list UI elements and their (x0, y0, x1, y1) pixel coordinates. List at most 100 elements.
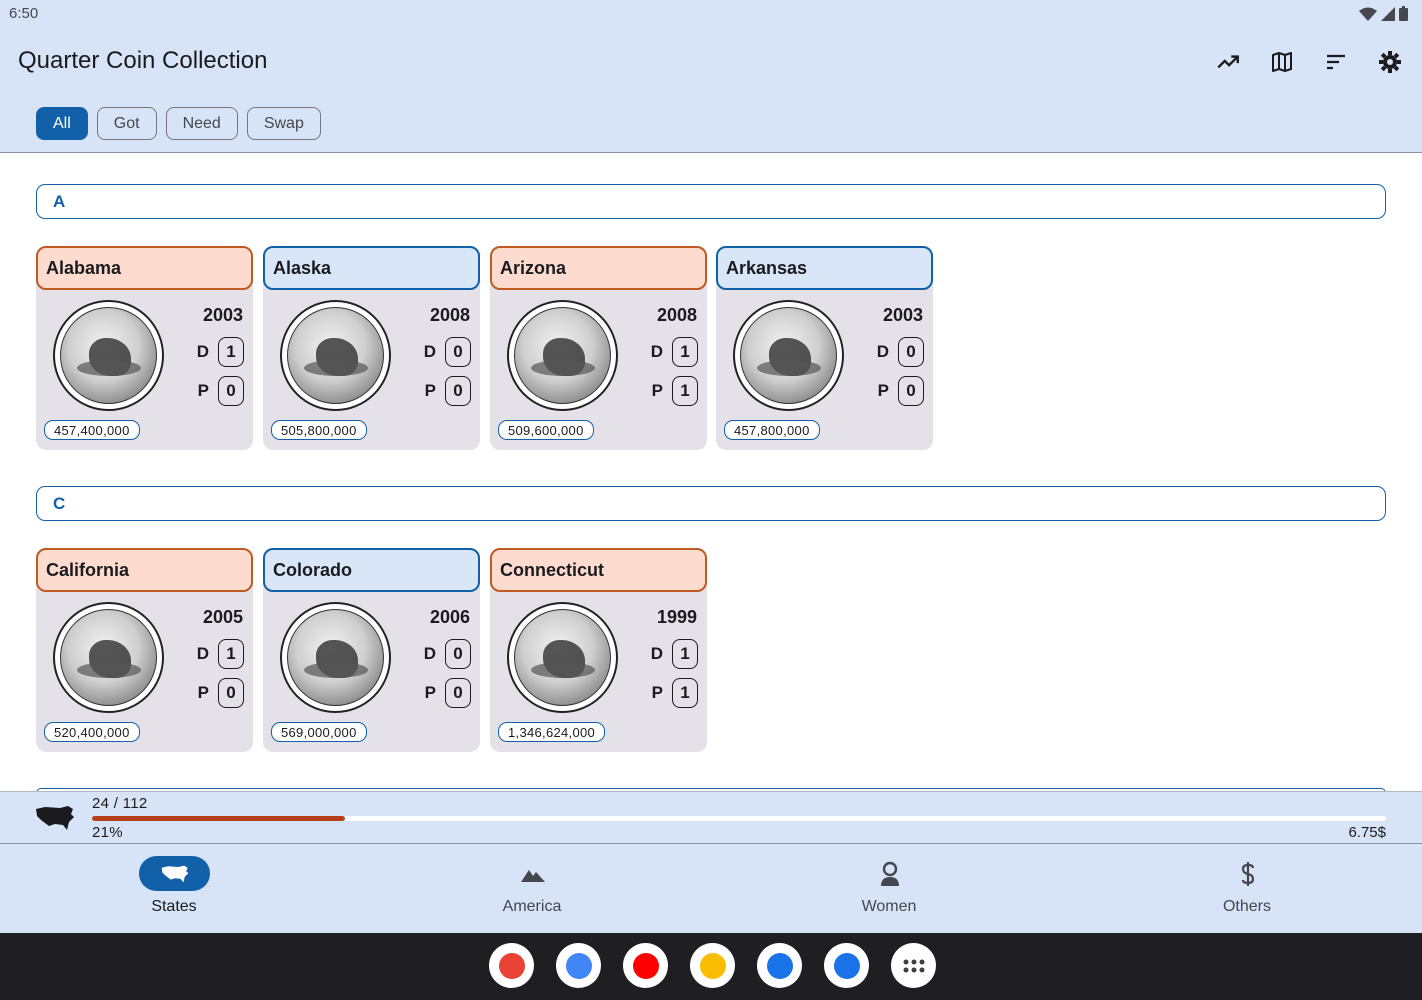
coin-year: 2003 (882, 305, 923, 325)
philadelphia-count[interactable]: 0 (218, 376, 244, 406)
coin-state-name[interactable]: Colorado (263, 548, 480, 592)
mint-row-p: P0 (198, 678, 244, 708)
mint-row-d: D0 (424, 337, 471, 367)
sort-icon[interactable] (1322, 48, 1350, 76)
philadelphia-count[interactable]: 1 (672, 678, 698, 708)
denver-count[interactable]: 1 (218, 337, 244, 367)
mintage-badge: 520,400,000 (44, 722, 140, 742)
nav-label: America (502, 898, 562, 915)
coin-state-name[interactable]: California (36, 548, 253, 592)
coin-state-name[interactable]: Connecticut (490, 548, 707, 592)
signal-icon (1381, 6, 1395, 21)
filter-chips: All Got Need Swap (36, 107, 321, 140)
coin-image[interactable] (280, 300, 391, 411)
denver-count[interactable]: 1 (672, 337, 698, 367)
coin-image[interactable] (53, 300, 164, 411)
status-time: 6:50 (9, 5, 39, 22)
top-app-bar: 6:50 Quarter Coin Collection All Got Need S… (0, 0, 1422, 153)
mintage-badge: 1,346,624,000 (498, 722, 606, 742)
mint-label-p: P (197, 381, 209, 400)
progress-percent: 21% (92, 824, 123, 841)
coin-state-name[interactable]: Alabama (36, 246, 253, 290)
coin-card-connecticut: Connecticut 1999 D 1 P 1 1,346,624,000 (490, 548, 707, 752)
toolbar-actions (1214, 48, 1404, 76)
coin-image[interactable] (280, 602, 391, 713)
map-icon[interactable] (1268, 48, 1296, 76)
coin-card-colorado: Colorado 2006 D 0 P 0 569,000,000 (263, 548, 480, 752)
philadelphia-count[interactable]: 0 (445, 678, 471, 708)
mint-label-p: P (197, 683, 209, 702)
nav-others[interactable]: Others (1147, 844, 1347, 933)
coin-image[interactable] (507, 300, 618, 411)
status-icons (1359, 6, 1408, 21)
nav-america[interactable]: America (432, 844, 632, 933)
nav-label: States (151, 898, 197, 915)
mint-label-d: D (196, 342, 209, 361)
coin-year: 1999 (656, 607, 697, 627)
progress-bar (92, 816, 1386, 821)
gear-icon[interactable] (1376, 48, 1404, 76)
filter-chip-all[interactable]: All (36, 107, 88, 140)
mintage-badge: 457,400,000 (44, 420, 140, 440)
trend-icon[interactable] (1214, 48, 1242, 76)
denver-count[interactable]: 0 (898, 337, 924, 367)
nav-women[interactable]: Women (789, 844, 989, 933)
coin-year: 2005 (202, 607, 243, 627)
progress-bar-fill (92, 816, 345, 821)
bottom-navigation: States America Women Others (0, 844, 1422, 933)
philadelphia-count[interactable]: 0 (898, 376, 924, 406)
nav-states[interactable]: States (74, 844, 274, 933)
denver-count[interactable]: 0 (445, 639, 471, 669)
apps-icon[interactable] (891, 943, 936, 988)
coin-year: 2008 (429, 305, 470, 325)
filter-chip-got[interactable]: Got (96, 107, 157, 140)
woman-icon (854, 856, 925, 891)
coin-image[interactable] (53, 602, 164, 713)
phone-icon[interactable] (757, 943, 802, 988)
app-dock (489, 943, 936, 988)
mint-label-d: D (423, 644, 436, 663)
coin-card-arizona: Arizona 2008 D 1 P 1 509,600,000 (490, 246, 707, 450)
coin-card-arkansas: Arkansas 2003 D 0 P 0 457,800,000 (716, 246, 933, 450)
coin-state-name[interactable]: Alaska (263, 246, 480, 290)
coin-state-name[interactable]: Arizona (490, 246, 707, 290)
mint-label-d: D (650, 342, 663, 361)
coin-image[interactable] (507, 602, 618, 713)
mint-row-d: D1 (197, 337, 244, 367)
mintage-badge: 457,800,000 (724, 420, 820, 440)
messages-icon[interactable] (824, 943, 869, 988)
coin-year: 2003 (202, 305, 243, 325)
filter-chip-swap[interactable]: Swap (246, 107, 321, 140)
denver-count[interactable]: 1 (672, 639, 698, 669)
filter-chip-need[interactable]: Need (165, 107, 238, 140)
mint-row-p: P0 (878, 376, 924, 406)
nav-label: Women (861, 898, 917, 915)
mint-row-d: D1 (651, 639, 698, 669)
youtube-icon[interactable] (623, 943, 668, 988)
gmail-icon[interactable] (489, 943, 534, 988)
us-map-icon (139, 856, 210, 891)
mint-label-p: P (877, 381, 889, 400)
coin-image[interactable] (733, 300, 844, 411)
coin-year: 2006 (429, 607, 470, 627)
battery-icon (1399, 6, 1408, 21)
coin-year: 2008 (656, 305, 697, 325)
coin-card-alabama: Alabama 2003 D 1 P 0 457,400,000 (36, 246, 253, 450)
photos-icon[interactable] (690, 943, 735, 988)
philadelphia-count[interactable]: 1 (672, 376, 698, 406)
denver-count[interactable]: 0 (445, 337, 471, 367)
mint-row-p: P1 (652, 678, 698, 708)
philadelphia-count[interactable]: 0 (218, 678, 244, 708)
mint-row-d: D1 (651, 337, 698, 367)
mint-label-p: P (424, 683, 436, 702)
mint-row-d: D0 (424, 639, 471, 669)
denver-count[interactable]: 1 (218, 639, 244, 669)
collection-progress: 24 / 112 21% 6.75$ (0, 791, 1422, 844)
coin-state-name[interactable]: Arkansas (716, 246, 933, 290)
mountain-icon (497, 856, 568, 891)
mint-row-d: D0 (877, 337, 924, 367)
chrome-icon[interactable] (556, 943, 601, 988)
mint-row-p: P0 (425, 376, 471, 406)
mint-label-p: P (424, 381, 436, 400)
philadelphia-count[interactable]: 0 (445, 376, 471, 406)
